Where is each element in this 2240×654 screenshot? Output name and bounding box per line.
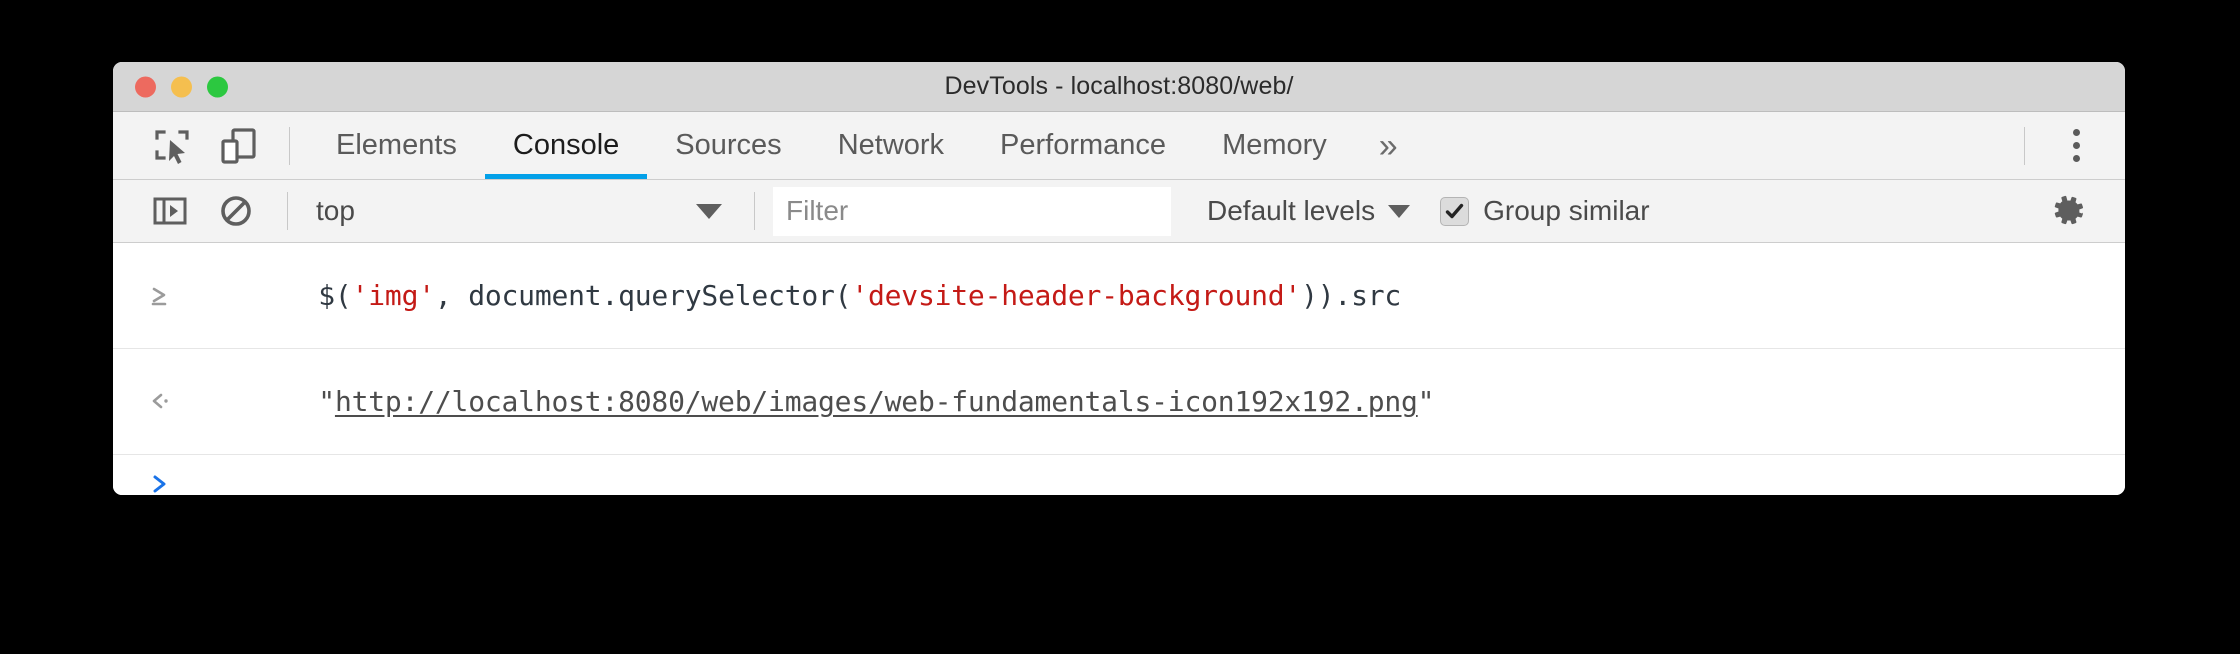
tab-label: Elements (336, 129, 457, 161)
execution-context-value: top (316, 195, 355, 226)
check-icon (1445, 203, 1464, 218)
close-window-button[interactable] (135, 76, 156, 97)
console-sidebar-icon[interactable] (137, 182, 203, 240)
tabbar-right-divider (2024, 126, 2025, 165)
code-token-string: 'devsite-header-background' (851, 279, 1302, 312)
minimize-window-button[interactable] (171, 76, 192, 97)
console-output-row: "http://localhost:8080/web/images/web-fu… (113, 349, 2125, 455)
tab-label: Memory (1222, 129, 1327, 161)
device-toolbar-icon[interactable] (205, 117, 271, 175)
tab-label: Sources (675, 129, 782, 161)
console-output-value: "http://localhost:8080/web/images/web-fu… (185, 349, 1434, 454)
console-filter-toolbar: top Default levels Group similar (113, 180, 2125, 243)
clear-console-icon[interactable] (203, 182, 269, 240)
group-similar-label: Group similar (1483, 195, 1650, 226)
filterbar-divider-left (287, 192, 288, 230)
panel-tabs: Elements Console Sources Network Perform… (308, 112, 1422, 179)
filter-input[interactable] (773, 186, 1171, 236)
gear-icon[interactable] (2035, 182, 2101, 240)
tab-sources[interactable]: Sources (647, 112, 809, 179)
console-input-row[interactable]: $('img', document.querySelector('devsite… (113, 243, 2125, 349)
more-tabs-label: » (1378, 126, 1398, 165)
tab-label: Network (837, 129, 945, 161)
code-token: )).src (1301, 279, 1402, 312)
toolbar-divider (289, 126, 290, 165)
input-prompt-icon (135, 283, 185, 309)
devtools-tabbar: Elements Console Sources Network Perform… (113, 112, 2125, 180)
resource-link[interactable]: http://localhost:8080/web/images/web-fun… (335, 385, 1418, 418)
code-token: , document.querySelector( (434, 279, 852, 312)
console-prompt-row[interactable] (113, 455, 2125, 495)
tabbar-right-group (2006, 112, 2125, 179)
maximize-window-button[interactable] (207, 76, 228, 97)
console-input-expression: $('img', document.querySelector('devsite… (185, 243, 1401, 348)
tab-elements[interactable]: Elements (308, 112, 485, 179)
log-level-label: Default levels (1207, 195, 1376, 226)
inspect-element-icon[interactable] (139, 117, 205, 175)
quote-close: " (1417, 385, 1435, 418)
return-value-icon (135, 389, 185, 415)
tab-console[interactable]: Console (484, 112, 648, 179)
log-level-selector[interactable]: Default levels (1207, 195, 1411, 227)
window-title: DevTools - localhost:8080/web/ (944, 72, 1294, 100)
group-similar-toggle[interactable]: Group similar (1440, 195, 1650, 227)
tab-label: Console (512, 129, 620, 161)
window-titlebar: DevTools - localhost:8080/web/ (113, 62, 2125, 112)
group-similar-checkbox[interactable] (1440, 196, 1470, 226)
devtools-window: DevTools - localhost:8080/web/ Elements … (113, 62, 2125, 495)
tab-network[interactable]: Network (810, 112, 972, 179)
chevron-down-icon (696, 203, 722, 219)
code-token: $( (318, 279, 352, 312)
execution-context-selector[interactable]: top (306, 189, 736, 233)
main-menu-icon[interactable] (2043, 117, 2109, 175)
tab-performance[interactable]: Performance (972, 112, 1194, 179)
chevron-down-icon (1388, 204, 1411, 218)
traffic-light-buttons (135, 76, 228, 97)
console-message-list: $('img', document.querySelector('devsite… (113, 243, 2125, 495)
tab-label: Performance (1000, 129, 1167, 161)
new-prompt-icon (135, 471, 185, 496)
tab-memory[interactable]: Memory (1194, 112, 1355, 179)
more-tabs-icon[interactable]: » (1355, 112, 1422, 179)
quote-open: " (318, 385, 335, 418)
filterbar-divider-right (754, 192, 755, 230)
filterbar-right-group (2035, 182, 2125, 240)
code-token-string: 'img' (351, 279, 435, 312)
